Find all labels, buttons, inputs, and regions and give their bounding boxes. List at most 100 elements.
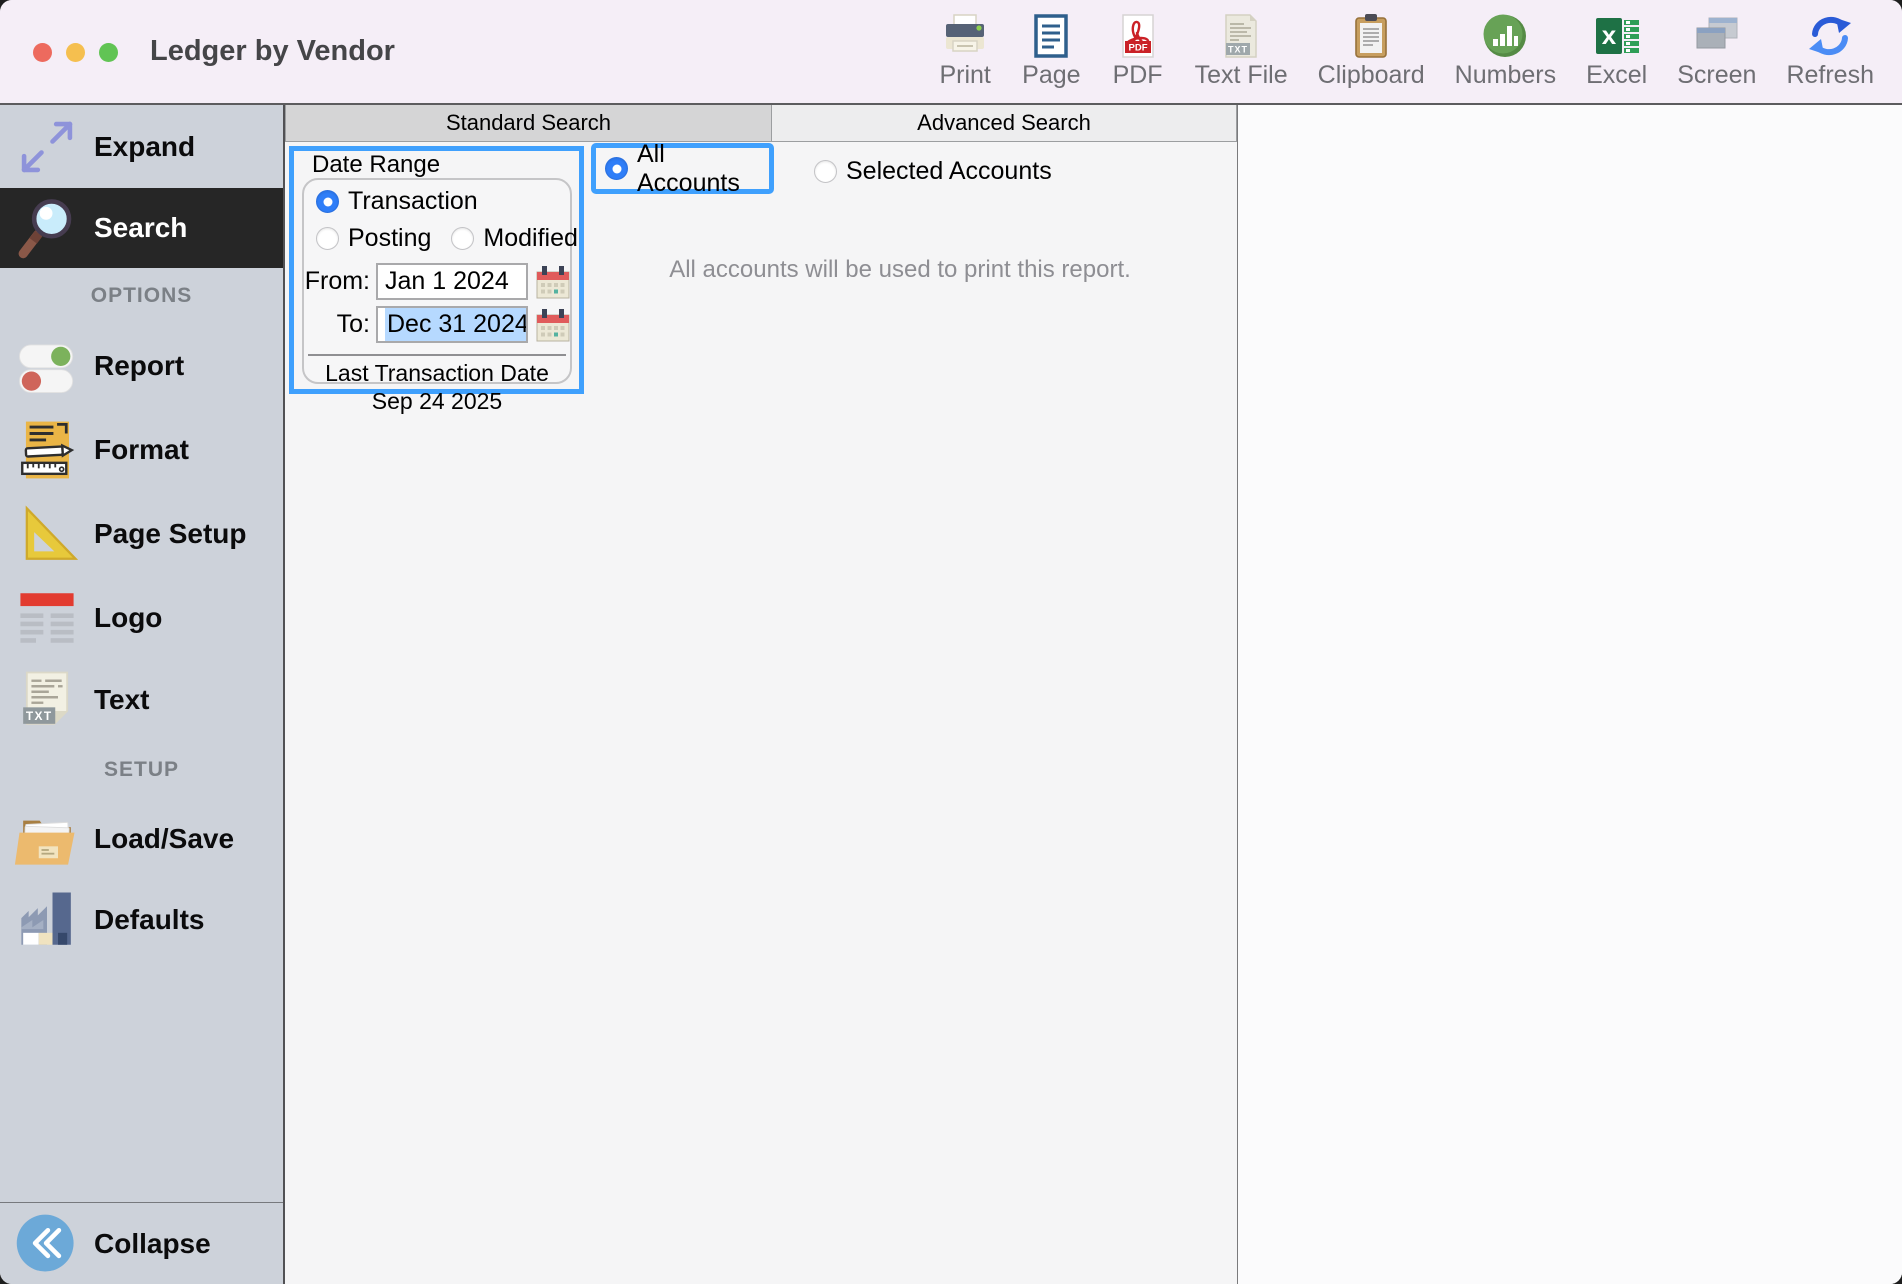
page-setup-icon — [0, 501, 94, 567]
refresh-icon — [1806, 12, 1854, 60]
excel-button[interactable]: x Excel — [1586, 12, 1647, 90]
to-date-field[interactable]: Dec 31 2024 — [376, 306, 528, 343]
search-icon — [0, 195, 94, 261]
toolbar-item-label: Excel — [1586, 61, 1647, 90]
sidebar-spacer — [0, 962, 283, 1202]
sidebar-item-label: Collapse — [94, 1228, 211, 1260]
all-accounts-highlight-box: All Accounts — [591, 143, 774, 194]
text-doc-icon: TXT — [0, 667, 94, 733]
sidebar-item-label: Logo — [94, 602, 162, 634]
search-tabbar: Standard Search Advanced Search — [285, 105, 1237, 142]
sidebar-item-text[interactable]: TXT Text — [0, 660, 283, 740]
radio-dot — [451, 227, 474, 250]
sidebar-item-expand[interactable]: Expand — [0, 105, 283, 188]
pdf-icon: PDF — [1114, 12, 1162, 60]
sidebar-item-label: Expand — [94, 131, 195, 163]
sidebar-item-label: Page Setup — [94, 518, 246, 550]
sidebar-item-label: Text — [94, 684, 150, 716]
sidebar-item-label: Defaults — [94, 904, 204, 936]
numbers-button[interactable]: Numbers — [1455, 12, 1556, 90]
format-icon — [0, 417, 94, 483]
sidebar-item-report[interactable]: Report — [0, 324, 283, 408]
report-preview-pane — [1237, 105, 1902, 1284]
sidebar-item-load-save[interactable]: Load/Save — [0, 800, 283, 878]
toolbar-item-label: PDF — [1113, 61, 1163, 90]
sidebar-item-label: Search — [94, 212, 187, 244]
svg-text:x: x — [1601, 20, 1616, 50]
toolbar-item-label: Numbers — [1455, 61, 1556, 90]
refresh-button[interactable]: Refresh — [1786, 12, 1874, 90]
radio-label: All Accounts — [637, 140, 769, 198]
date-range-legend: Date Range — [312, 151, 579, 178]
tab-standard-search[interactable]: Standard Search — [285, 105, 771, 142]
defaults-factory-icon — [0, 887, 94, 953]
minimize-window-button[interactable] — [66, 43, 85, 62]
screen-button[interactable]: Screen — [1677, 12, 1756, 90]
sidebar-item-label: Load/Save — [94, 823, 234, 855]
sidebar-item-search[interactable]: Search — [0, 188, 283, 268]
print-button[interactable]: Print — [938, 12, 992, 90]
sidebar-section-header-setup: SETUP — [0, 740, 283, 800]
date-range-groupbox: Transaction Posting Modified From: Jan 1… — [302, 178, 572, 384]
sidebar: Expand Search OPTIONS — [0, 105, 285, 1284]
toolbar-item-label: Page — [1022, 61, 1080, 90]
calendar-icon — [536, 308, 570, 342]
numbers-icon — [1481, 12, 1529, 60]
zoom-window-button[interactable] — [99, 43, 118, 62]
radio-selected-accounts[interactable]: Selected Accounts — [814, 157, 1052, 186]
selected-text: Dec 31 2024 — [385, 308, 528, 342]
expand-icon — [0, 114, 94, 180]
app-window: Ledger by Vendor Print — [0, 0, 1902, 1284]
radio-label: Transaction — [348, 187, 478, 216]
clipboard-button[interactable]: Clipboard — [1318, 12, 1425, 90]
toolbar-item-label: Clipboard — [1318, 61, 1425, 90]
radio-label: Posting — [348, 224, 431, 253]
report-toggles-icon — [0, 333, 94, 399]
sidebar-item-page-setup[interactable]: Page Setup — [0, 492, 283, 576]
txt-badge: TXT — [1228, 45, 1248, 55]
radio-dot — [316, 190, 339, 213]
radio-dot — [605, 157, 628, 180]
text-file-button[interactable]: TXT Text File — [1195, 12, 1288, 90]
last-transaction-date: Sep 24 2025 — [304, 387, 570, 415]
radio-posting[interactable]: Posting — [316, 224, 431, 253]
last-transaction-label: Last Transaction Date — [304, 359, 570, 387]
radio-label: Modified — [483, 224, 578, 253]
to-label: To: — [304, 310, 370, 339]
page-button[interactable]: Page — [1022, 12, 1080, 90]
sidebar-item-format[interactable]: Format — [0, 408, 283, 492]
sidebar-item-label: Format — [94, 434, 189, 466]
radio-modified[interactable]: Modified — [451, 224, 578, 253]
load-save-folder-icon — [0, 806, 94, 872]
close-window-button[interactable] — [33, 43, 52, 62]
toolbar-item-label: Screen — [1677, 61, 1756, 90]
radio-all-accounts[interactable]: All Accounts — [605, 140, 769, 198]
collapse-icon — [0, 1211, 94, 1277]
date-range-panel: Date Range Transaction Posting Modified — [289, 146, 584, 394]
window-title: Ledger by Vendor — [150, 0, 395, 103]
pdf-badge: PDF — [1128, 43, 1147, 54]
sidebar-item-logo[interactable]: Logo — [0, 576, 283, 660]
radio-dot — [316, 227, 339, 250]
sidebar-section-header-options: OPTIONS — [0, 268, 283, 324]
from-date-field[interactable]: Jan 1 2024 — [376, 263, 528, 300]
radio-dot — [814, 160, 837, 183]
radio-transaction[interactable]: Transaction — [316, 187, 478, 216]
to-calendar-button[interactable] — [536, 308, 570, 342]
tab-advanced-search[interactable]: Advanced Search — [771, 105, 1237, 142]
logo-icon — [0, 585, 94, 651]
from-label: From: — [304, 267, 370, 296]
from-calendar-button[interactable] — [536, 265, 570, 299]
clipboard-icon — [1347, 12, 1395, 60]
toolbar: Print Page PDF PDF — [938, 0, 1874, 103]
pdf-button[interactable]: PDF PDF — [1111, 12, 1165, 90]
titlebar: Ledger by Vendor Print — [0, 0, 1902, 105]
sidebar-item-defaults[interactable]: Defaults — [0, 878, 283, 962]
printer-icon — [941, 12, 989, 60]
toolbar-item-label: Refresh — [1786, 61, 1874, 90]
text-file-icon: TXT — [1217, 12, 1265, 60]
excel-icon: x — [1593, 12, 1641, 60]
toolbar-item-label: Print — [939, 61, 990, 90]
sidebar-item-label: Report — [94, 350, 184, 382]
sidebar-item-collapse[interactable]: Collapse — [0, 1202, 283, 1284]
